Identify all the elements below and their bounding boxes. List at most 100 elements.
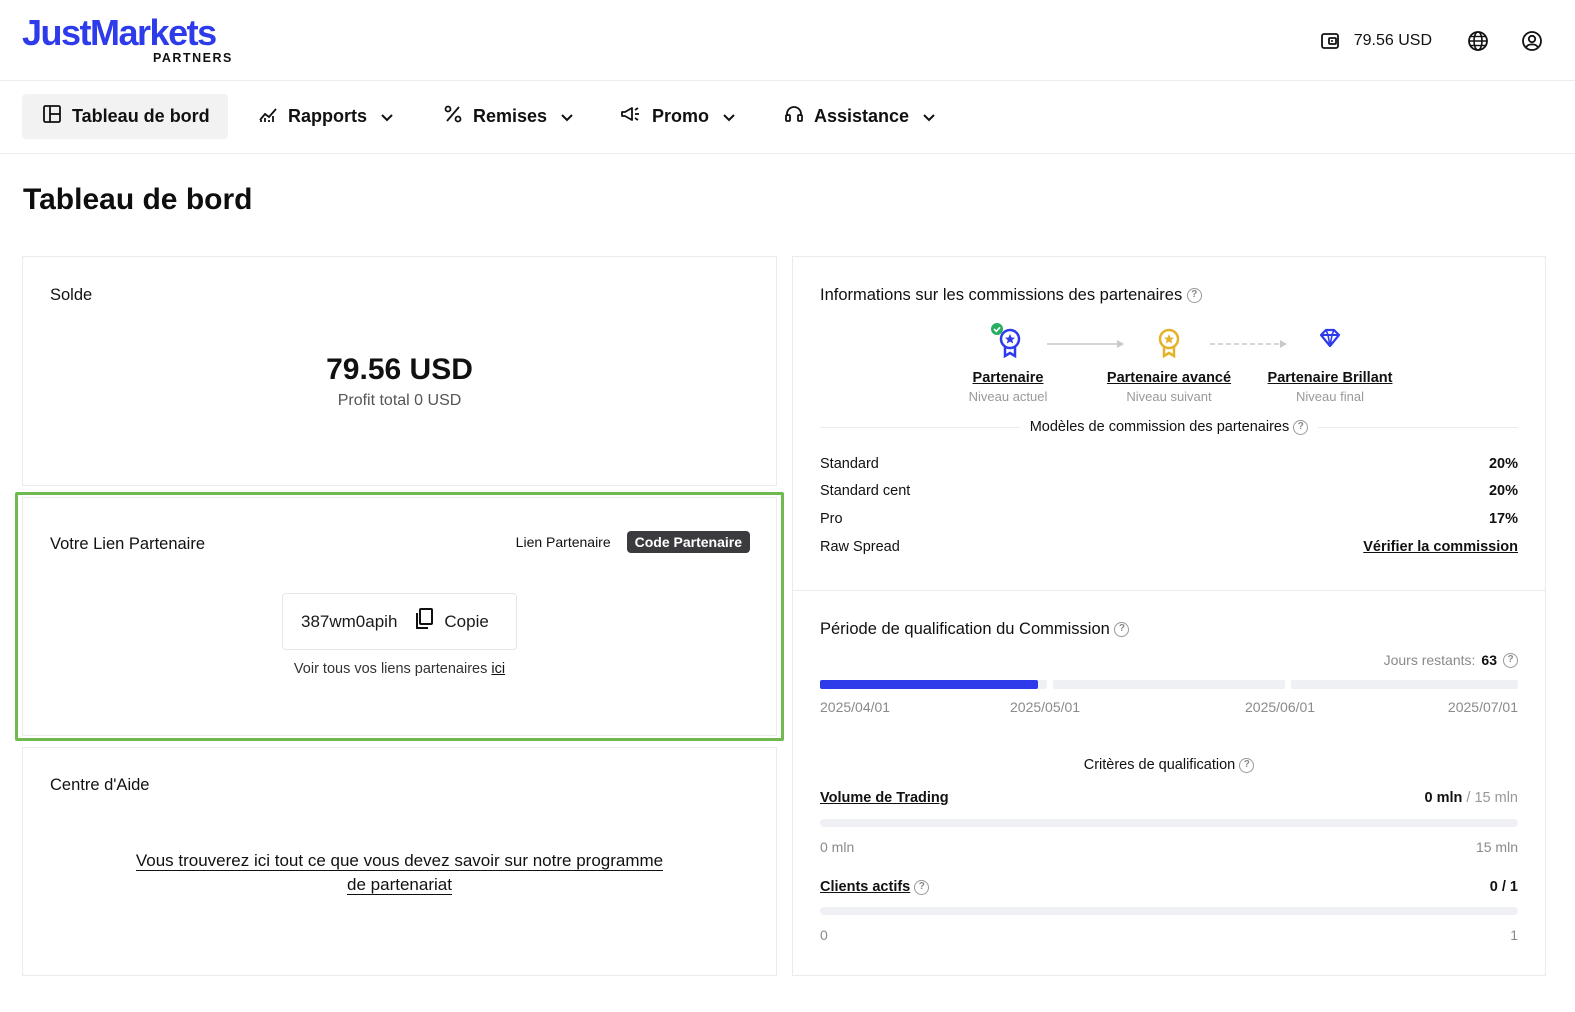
brand-sub: PARTNERS — [153, 51, 233, 65]
level-name[interactable]: Partenaire avancé — [1089, 370, 1249, 386]
level-partner: Partenaire Niveau actuel — [928, 321, 1088, 404]
model-value: 20% — [1488, 456, 1518, 472]
wallet-icon — [1318, 29, 1342, 53]
help-icon[interactable]: ? — [1293, 419, 1309, 435]
help-center-card: Centre d'Aide Vous trouverez ici tout ce… — [22, 747, 777, 976]
level-name[interactable]: Partenaire Brillant — [1250, 370, 1410, 386]
chart-icon — [258, 104, 278, 129]
user-icon[interactable] — [1520, 29, 1544, 53]
period-segment — [1053, 680, 1285, 689]
models-title: Modèles de commission des partenaires ? — [793, 419, 1545, 435]
brand-logo[interactable]: JustMarkets PARTNERS — [22, 12, 231, 66]
criteria-label[interactable]: Clients actifs — [820, 879, 910, 895]
model-value: 17% — [1488, 511, 1518, 527]
medal-gold-icon — [1158, 328, 1180, 359]
brand-name: JustMarkets — [22, 12, 217, 53]
partner-levels: Partenaire Niveau actuel Partenaire avan… — [793, 319, 1545, 409]
nav-rebates[interactable]: Remises — [443, 94, 573, 139]
percent-icon — [443, 104, 463, 129]
criteria-value: 0 / 1 — [1489, 879, 1518, 895]
dashboard-icon — [42, 104, 62, 129]
help-icon[interactable]: ? — [1503, 652, 1518, 668]
nav-assistance-label: Assistance — [814, 106, 910, 126]
balance-card: Solde 79.56 USD Profit total 0 USD — [22, 256, 777, 486]
commission-title-text: Informations sur les commissions des par… — [820, 286, 1183, 304]
period-date: 2025/07/01 — [1447, 699, 1518, 715]
criteria-current: 0 mln — [1424, 790, 1463, 806]
commission-title: Informations sur les commissions des par… — [820, 286, 1202, 305]
period-segment — [820, 680, 1048, 689]
criteria-value: 0 mln / 15 mln — [1425, 790, 1519, 806]
models-title-text: Modèles de commission des partenaires — [1029, 419, 1290, 435]
criteria-label[interactable]: Volume de Trading — [820, 790, 949, 806]
page-title: Tableau de bord — [23, 183, 253, 216]
check-commission-link[interactable]: Vérifier la commission — [1363, 539, 1518, 555]
help-center-title: Centre d'Aide — [50, 776, 150, 794]
commission-row: Standard 20% — [820, 456, 1518, 472]
period-date: 2025/04/01 — [820, 699, 891, 715]
nav-dashboard[interactable]: Tableau de bord — [22, 94, 228, 139]
criteria-title-text: Critères de qualification — [1083, 757, 1236, 773]
model-name: Standard — [820, 456, 879, 472]
commission-row: Raw Spread Vérifier la commission — [820, 539, 1518, 555]
qualification-title: Période de qualification du Commission ? — [820, 620, 1130, 639]
criteria-label-wrap: Clients actifs ? — [820, 879, 930, 895]
chevron-down-icon — [923, 106, 935, 127]
help-icon[interactable]: ? — [1186, 288, 1202, 304]
nav-dashboard-label: Tableau de bord — [72, 106, 210, 126]
qualification-card: Période de qualification du Commission ?… — [792, 590, 1546, 976]
commission-row: Standard cent 20% — [820, 483, 1518, 499]
chevron-down-icon — [381, 106, 393, 127]
level-name[interactable]: Partenaire — [928, 370, 1088, 386]
criteria-max-label: 1 — [1510, 927, 1518, 943]
model-name: Pro — [820, 511, 843, 527]
days-left-label: Jours restants: — [1383, 652, 1476, 668]
headset-icon — [784, 104, 804, 129]
criteria-range: 0 1 — [820, 927, 1518, 943]
period-date: 2025/06/01 — [1245, 699, 1316, 715]
level-sub: Niveau final — [1296, 389, 1364, 404]
criteria-max: / 15 mln — [1466, 790, 1518, 806]
globe-icon[interactable] — [1466, 29, 1490, 53]
diamond-icon — [1319, 328, 1341, 348]
balance-profit: Profit total 0 USD — [337, 392, 462, 409]
criteria-min: 0 mln — [820, 839, 855, 855]
nav-reports-label: Rapports — [288, 106, 368, 126]
commission-row: Pro 17% — [820, 511, 1518, 527]
wallet-balance[interactable]: 79.56 USD — [1318, 29, 1432, 53]
balance-amount: 79.56 USD — [326, 353, 473, 386]
model-name: Raw Spread — [820, 539, 900, 555]
help-icon[interactable]: ? — [914, 879, 930, 895]
nav-reports[interactable]: Rapports — [258, 94, 393, 139]
level-sub: Niveau suivant — [1126, 389, 1212, 404]
chevron-down-icon — [561, 106, 573, 127]
period-fill — [820, 680, 1038, 689]
criteria-trading-volume: Volume de Trading 0 mln / 15 mln — [820, 790, 1518, 806]
nav-promo[interactable]: Promo — [620, 94, 735, 139]
wallet-balance-value: 79.56 USD — [1353, 31, 1432, 49]
chevron-down-icon — [723, 106, 735, 127]
commission-card: Informations sur les commissions des par… — [792, 256, 1546, 591]
partner-link-highlight — [15, 492, 784, 741]
criteria-bar — [820, 907, 1518, 915]
criteria-title: Critères de qualification ? — [793, 757, 1545, 773]
nav-promo-label: Promo — [652, 106, 710, 126]
nav-assistance[interactable]: Assistance — [784, 94, 935, 139]
model-name: Standard cent — [820, 483, 911, 499]
level-advanced-partner: Partenaire avancé Niveau suivant — [1089, 321, 1249, 404]
criteria-min: 0 — [820, 927, 828, 943]
period-date: 2025/05/01 — [1010, 699, 1081, 715]
help-icon[interactable]: ? — [1239, 757, 1255, 773]
medal-blue-icon — [991, 323, 1021, 359]
days-left: Jours restants: 63 ? — [1384, 652, 1518, 668]
balance-title: Solde — [50, 286, 93, 304]
help-icon[interactable]: ? — [1114, 622, 1130, 638]
help-link-line2: de partenariat — [347, 875, 452, 895]
megaphone-icon — [620, 104, 642, 129]
level-brilliant-partner: Partenaire Brillant Niveau final — [1250, 321, 1410, 404]
nav-rebates-label: Remises — [473, 106, 548, 126]
criteria-range: 0 mln 15 mln — [820, 839, 1518, 855]
criteria-bar — [820, 819, 1518, 827]
help-center-link[interactable]: Vous trouverez ici tout ce que vous deve… — [23, 849, 776, 897]
period-dates: 2025/04/01 2025/05/01 2025/06/01 2025/07… — [820, 699, 1518, 719]
